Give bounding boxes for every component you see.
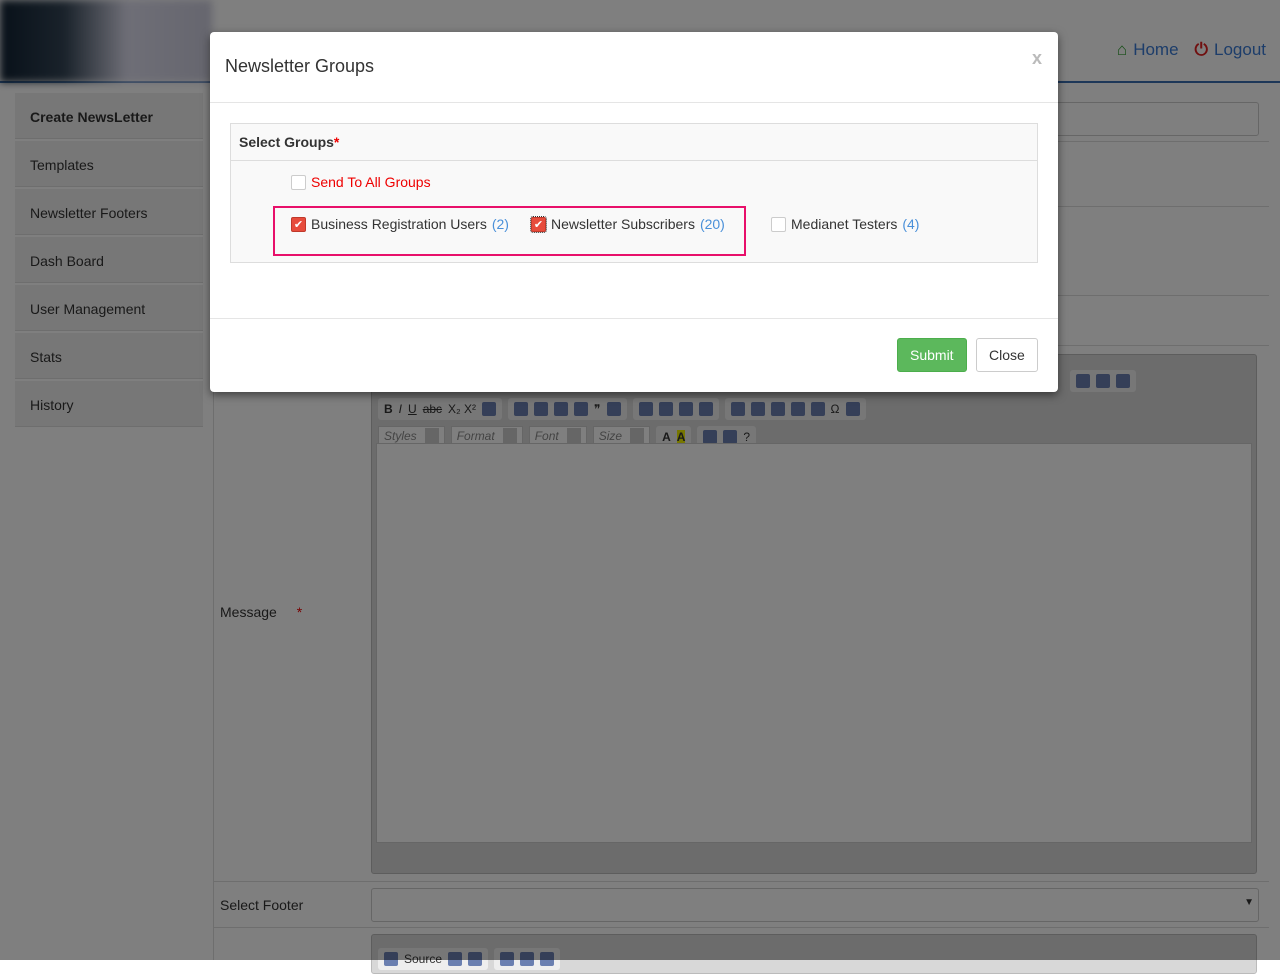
- close-icon[interactable]: x: [1032, 48, 1042, 69]
- select-groups-panel: Select Groups* Send To All Groups ✔ Busin…: [230, 123, 1038, 263]
- close-button[interactable]: Close: [976, 338, 1038, 372]
- highlight-box: [273, 206, 746, 256]
- submit-button[interactable]: Submit: [897, 338, 967, 372]
- panel-title: Select Groups: [239, 134, 334, 150]
- newsletter-groups-modal: Newsletter Groups x Select Groups* Send T…: [210, 32, 1058, 392]
- modal-title: Newsletter Groups: [225, 56, 375, 76]
- checkbox[interactable]: [291, 174, 306, 190]
- checkbox[interactable]: [771, 216, 786, 232]
- send-all-checkbox[interactable]: Send To All Groups: [291, 174, 431, 190]
- group-medianet-testers[interactable]: Medianet Testers (4): [771, 216, 919, 232]
